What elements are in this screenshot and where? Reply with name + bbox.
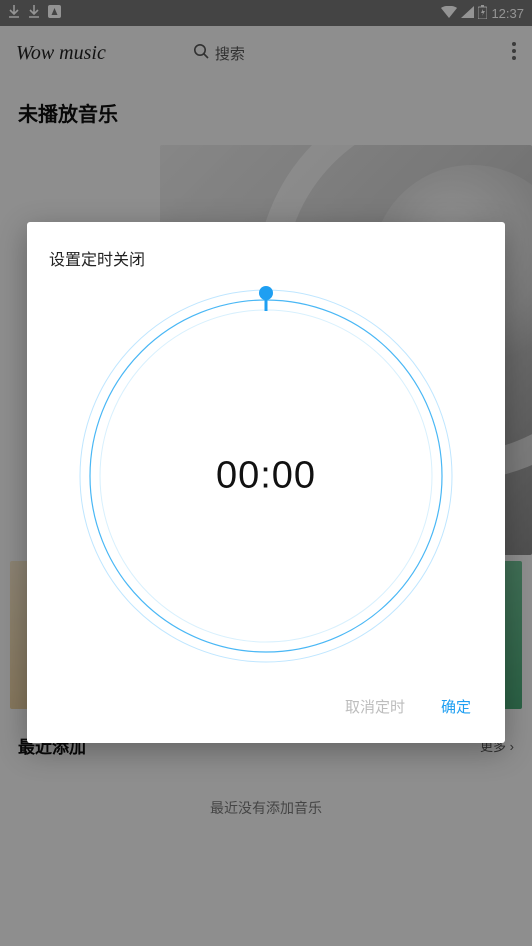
timer-value: 00:00 [216,455,316,498]
cancel-timer-button[interactable]: 取消定时 [341,690,409,723]
timer-dial[interactable]: 00:00 [74,284,458,668]
timer-dialog: 设置定时关闭 00:00 取消定时 确定 [27,222,505,743]
dialog-title: 设置定时关闭 [49,246,483,270]
dialog-actions: 取消定时 确定 [49,668,483,727]
ok-button[interactable]: 确定 [437,690,475,723]
